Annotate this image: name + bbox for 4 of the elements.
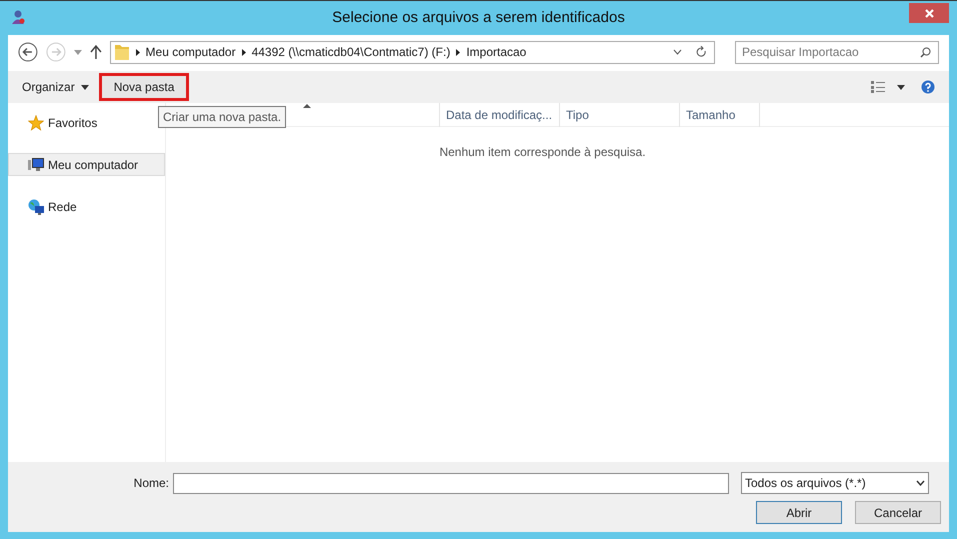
name-label: Nome: (132, 475, 170, 492)
window-title: Selecione os arquivos a serem identificados (332, 8, 625, 28)
tooltip: Criar uma nova pasta. (158, 106, 286, 128)
empty-message: Nenhum item corresponde à pesquisa. (438, 144, 647, 161)
